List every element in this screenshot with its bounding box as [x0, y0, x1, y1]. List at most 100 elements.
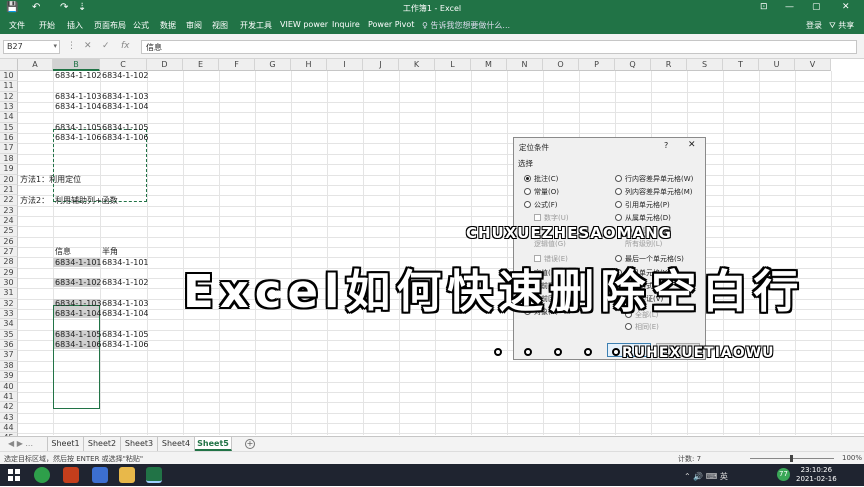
- row-header-14[interactable]: 14: [0, 112, 18, 123]
- folder-icon[interactable]: [119, 467, 135, 483]
- zoom-slider-handle[interactable]: [790, 455, 793, 462]
- add-sheet-icon[interactable]: +: [245, 439, 255, 449]
- formula-input[interactable]: 信息: [141, 40, 857, 54]
- start-icon[interactable]: [6, 467, 22, 483]
- tab-view-power[interactable]: VIEW power: [280, 20, 328, 29]
- tab-power-pivot[interactable]: Power Pivot: [368, 20, 414, 29]
- column-header-r[interactable]: R: [651, 59, 687, 71]
- row-header-36[interactable]: 36: [0, 340, 18, 351]
- option-same[interactable]: 相同(E): [625, 322, 659, 332]
- worksheet-grid[interactable]: ABCDEFGHIJKLMNOPQRSTUV 10 11 12 13 14 15 16 17 1…: [0, 59, 864, 445]
- tab-inquire[interactable]: Inquire: [332, 20, 360, 29]
- cell-c35[interactable]: 6834-1-105: [102, 330, 149, 340]
- help-icon[interactable]: ?: [664, 141, 668, 150]
- cell-c33[interactable]: 6834-1-104: [102, 309, 149, 319]
- minimize-icon[interactable]: —: [785, 2, 794, 12]
- ribbon-display-options-icon[interactable]: ⊡: [760, 2, 768, 12]
- column-header-c[interactable]: C: [100, 59, 147, 71]
- row-header-24[interactable]: 24: [0, 215, 18, 227]
- row-header-43[interactable]: 43: [0, 412, 18, 423]
- tab-formulas[interactable]: 公式: [133, 20, 149, 31]
- option-formulas[interactable]: 公式(F): [524, 200, 558, 210]
- row-header-28[interactable]: 28: [0, 257, 18, 268]
- row-header-41[interactable]: 41: [0, 391, 18, 403]
- column-header-j[interactable]: J: [363, 59, 399, 71]
- tab-file[interactable]: 文件: [9, 20, 25, 31]
- select-all-corner[interactable]: [0, 59, 18, 71]
- row-header-35[interactable]: 35: [0, 329, 18, 341]
- tab-insert[interactable]: 插入: [67, 20, 83, 31]
- row-header-26[interactable]: 26: [0, 236, 18, 247]
- name-box[interactable]: B27 ▾: [3, 40, 60, 54]
- row-header-21[interactable]: 21: [0, 184, 18, 196]
- close-dialog-icon[interactable]: ✕: [688, 140, 696, 150]
- column-header-p[interactable]: P: [579, 59, 615, 71]
- sheet-nav-icons[interactable]: ◀ ▶ ...: [8, 439, 33, 448]
- row-header-13[interactable]: 13: [0, 102, 18, 113]
- cell-b36[interactable]: 6834-1-106: [55, 340, 102, 350]
- row-header-15[interactable]: 15: [0, 122, 18, 134]
- row-header-17[interactable]: 17: [0, 143, 18, 154]
- sheet-tab-4[interactable]: Sheet4: [158, 437, 195, 451]
- cell-c12[interactable]: 6834-1-103: [102, 92, 149, 102]
- login-button[interactable]: 登录: [806, 20, 822, 31]
- row-header-42[interactable]: 42: [0, 402, 18, 413]
- notification-badge[interactable]: 77: [777, 468, 790, 481]
- cell-c27[interactable]: 半角: [102, 247, 118, 257]
- row-header-39[interactable]: 39: [0, 371, 18, 382]
- cell-b13[interactable]: 6834-1-104: [55, 102, 102, 112]
- checkbox-icon[interactable]: [534, 214, 541, 221]
- close-window-icon[interactable]: ✕: [842, 2, 850, 12]
- sheet-tab-1[interactable]: Sheet1: [47, 437, 84, 451]
- chevron-down-icon[interactable]: ▾: [53, 42, 57, 50]
- row-header-34[interactable]: 34: [0, 319, 18, 330]
- row-header-18[interactable]: 18: [0, 153, 18, 165]
- cell-b32[interactable]: 6834-1-103: [55, 299, 102, 309]
- column-header-e[interactable]: E: [183, 59, 219, 71]
- cell-b22[interactable]: 利用辅助列+函数: [55, 196, 118, 206]
- tab-view[interactable]: 视图: [212, 20, 228, 31]
- cell-b15[interactable]: 6834-1-105: [55, 123, 102, 133]
- cell-b27[interactable]: 信息: [55, 247, 71, 257]
- powerpoint-icon[interactable]: [63, 467, 79, 483]
- option-precedents[interactable]: 引用单元格(P): [615, 200, 670, 210]
- option-constants[interactable]: 常量(O): [524, 187, 559, 197]
- column-header-k[interactable]: K: [399, 59, 435, 71]
- sheet-tab-5[interactable]: Sheet5: [195, 437, 232, 451]
- row-header-32[interactable]: 32: [0, 298, 18, 310]
- cancel-icon[interactable]: ✕: [84, 41, 92, 51]
- radio-icon[interactable]: [524, 201, 531, 208]
- column-header-f[interactable]: F: [219, 59, 255, 71]
- enter-icon[interactable]: ✓: [102, 41, 110, 51]
- radio-icon[interactable]: [615, 175, 622, 182]
- cell-b35[interactable]: 6834-1-105: [55, 330, 102, 340]
- column-header-t[interactable]: T: [723, 59, 759, 71]
- browser-icon[interactable]: [34, 467, 50, 483]
- row-header-44[interactable]: 44: [0, 422, 18, 434]
- option-dependents[interactable]: 从属单元格(D): [615, 213, 671, 223]
- row-header-38[interactable]: 38: [0, 360, 18, 372]
- row-header-27[interactable]: 27: [0, 246, 18, 258]
- excel-taskbar-icon[interactable]: [146, 467, 162, 483]
- share-button[interactable]: ⛛ 共享: [829, 20, 854, 31]
- radio-icon[interactable]: [615, 201, 622, 208]
- column-header-u[interactable]: U: [759, 59, 795, 71]
- tray-icons[interactable]: ⌃ 🔊 ⌨ 英: [684, 471, 728, 482]
- row-header-37[interactable]: 37: [0, 350, 18, 361]
- radio-icon[interactable]: [615, 214, 622, 221]
- row-header-20[interactable]: 20: [0, 174, 18, 185]
- cell-c15[interactable]: 6834-1-105: [102, 123, 149, 133]
- option-row-differences[interactable]: 行内容差异单元格(W): [615, 174, 693, 184]
- cell-a20[interactable]: 方法1：利用定位: [20, 175, 81, 185]
- row-header-23[interactable]: 23: [0, 205, 18, 216]
- column-header-i[interactable]: I: [327, 59, 363, 71]
- cell-c36[interactable]: 6834-1-106: [102, 340, 149, 350]
- cell-c16[interactable]: 6834-1-106: [102, 133, 149, 143]
- column-header-q[interactable]: Q: [615, 59, 651, 71]
- row-header-22[interactable]: 22: [0, 195, 18, 206]
- cell-b12[interactable]: 6834-1-103: [55, 92, 102, 102]
- cell-c13[interactable]: 6834-1-104: [102, 102, 149, 112]
- column-header-m[interactable]: M: [471, 59, 507, 71]
- column-header-l[interactable]: L: [435, 59, 471, 71]
- row-header-31[interactable]: 31: [0, 288, 18, 299]
